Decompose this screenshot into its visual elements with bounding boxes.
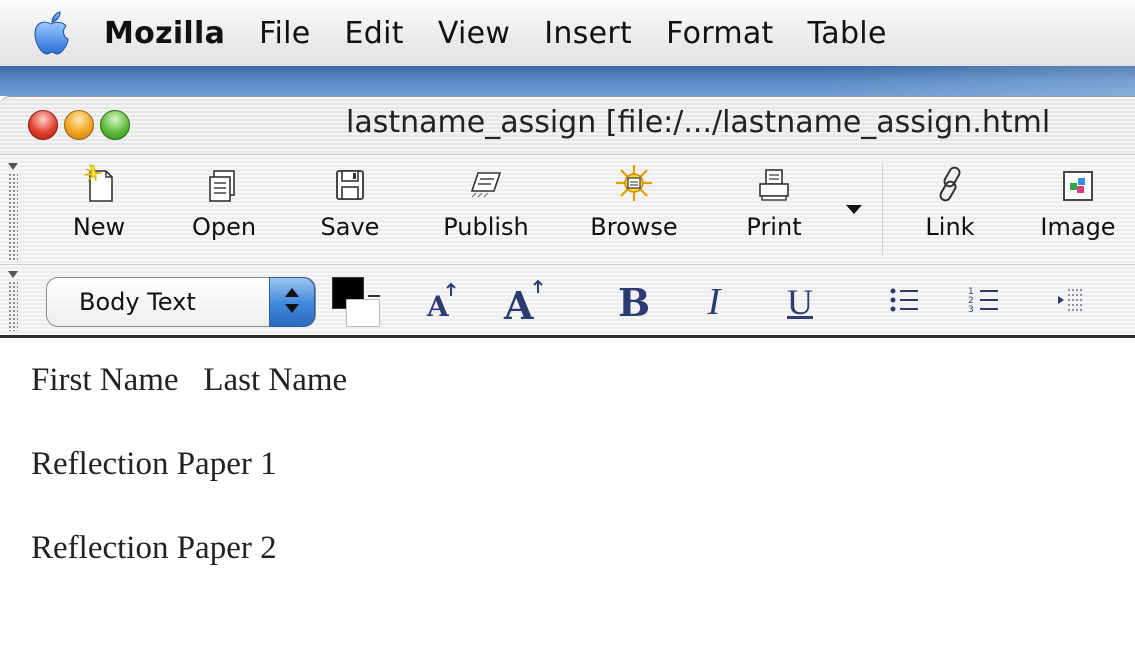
publish-label: Publish — [443, 213, 529, 241]
print-button[interactable]: Print — [736, 163, 812, 241]
save-button[interactable]: Save — [310, 163, 390, 241]
publish-button[interactable]: Publish — [430, 163, 542, 241]
text-color-picker[interactable] — [332, 277, 382, 327]
document-editor[interactable]: First Name Last Name Reflection Paper 1 … — [0, 338, 1135, 664]
window-titlebar[interactable]: lastname_assign [file:/.../lastname_assi… — [0, 96, 1135, 154]
new-document-icon — [82, 163, 116, 207]
apple-icon[interactable] — [20, 0, 82, 66]
print-dropdown-arrow[interactable] — [846, 205, 862, 214]
browse-label: Browse — [590, 213, 678, 241]
bullet-list-button[interactable] — [884, 279, 924, 325]
open-label: Open — [191, 213, 257, 241]
image-icon — [1061, 169, 1095, 207]
link-icon — [933, 165, 967, 207]
svg-text:3: 3 — [968, 305, 974, 315]
link-label: Link — [925, 213, 975, 241]
svg-text:A: A — [503, 283, 534, 323]
decrease-font-icon: A — [423, 278, 463, 326]
new-label: New — [72, 213, 126, 241]
window-title: lastname_assign [file:/.../lastname_assi… — [346, 105, 1051, 140]
chevron-down-icon — [285, 304, 299, 313]
new-button[interactable]: New — [64, 163, 134, 241]
paragraph-style-stepper[interactable] — [269, 277, 315, 327]
increase-font-icon: A — [502, 277, 552, 328]
format-toolbar-grip[interactable] — [8, 271, 18, 333]
link-button[interactable]: Link — [914, 163, 986, 241]
italic-button[interactable]: I — [696, 279, 732, 325]
open-button[interactable]: Open — [182, 163, 266, 241]
document-line-name: First Name Last Name — [31, 362, 348, 398]
paragraph-style-select[interactable]: Body Text — [46, 277, 316, 327]
browse-icon — [614, 163, 654, 207]
menu-edit[interactable]: Edit — [345, 16, 404, 51]
background-color-swatch — [346, 299, 380, 327]
outdent-icon — [1054, 284, 1086, 320]
save-label: Save — [320, 213, 380, 241]
menu-format[interactable]: Format — [666, 16, 774, 51]
close-button[interactable] — [28, 110, 58, 140]
print-label: Print — [746, 213, 802, 241]
format-toolbar: Body Text A A B I U 123 — [0, 264, 1135, 338]
outdent-button[interactable] — [1050, 279, 1090, 325]
menu-mozilla[interactable]: Mozilla — [104, 16, 225, 51]
toolbar-separator — [882, 163, 884, 255]
menu-file[interactable]: File — [259, 16, 310, 51]
desktop-background — [0, 66, 1135, 96]
image-button[interactable]: Image — [1030, 163, 1126, 241]
minimize-button[interactable] — [64, 110, 94, 140]
document-line-paper-1: Reflection Paper 1 — [31, 446, 277, 482]
open-icon — [206, 167, 242, 207]
bold-button[interactable]: B — [614, 279, 654, 325]
menu-table[interactable]: Table — [808, 16, 887, 51]
numbered-list-icon: 123 — [968, 284, 1000, 320]
svg-text:A: A — [426, 290, 450, 322]
toolbar-grip[interactable] — [8, 163, 18, 263]
document-line-paper-2: Reflection Paper 2 — [31, 530, 277, 566]
chevron-up-icon — [285, 288, 299, 297]
larger-font-button[interactable]: A — [500, 277, 554, 328]
menu-bar: Mozilla File Edit View Insert Format Tab… — [0, 0, 1135, 66]
bullet-list-icon — [888, 284, 920, 320]
underline-button[interactable]: U — [780, 279, 820, 325]
paragraph-style-value: Body Text — [79, 288, 196, 316]
browse-button[interactable]: Browse — [580, 163, 688, 241]
color-divider — [368, 295, 380, 297]
publish-icon — [466, 167, 506, 207]
numbered-list-button[interactable]: 123 — [964, 279, 1004, 325]
image-label: Image — [1040, 213, 1116, 241]
composition-toolbar: New Open Save Publish Browse Print Link … — [0, 154, 1135, 264]
zoom-button[interactable] — [100, 110, 130, 140]
menu-view[interactable]: View — [438, 16, 510, 51]
save-icon — [333, 167, 367, 207]
menu-insert[interactable]: Insert — [544, 16, 632, 51]
print-icon — [756, 167, 792, 207]
smaller-font-button[interactable]: A — [420, 279, 466, 325]
